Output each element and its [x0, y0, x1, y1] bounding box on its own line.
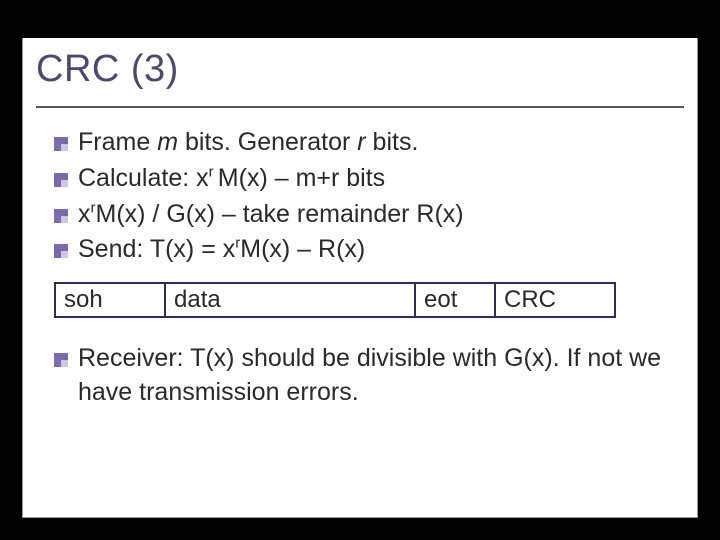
- bullet-receiver: Receiver: T(x) should be divisible with …: [54, 342, 674, 410]
- var-r: r: [357, 128, 365, 156]
- bullet-calculate: Calculate: xr M(x) – m+r bits: [54, 162, 674, 196]
- text: M(x) / G(x) – take remainder R(x): [96, 200, 464, 228]
- bullet-icon: [54, 244, 68, 258]
- text: bits.: [366, 128, 419, 156]
- bullet-icon: [54, 353, 68, 367]
- bullet-text: Receiver: T(x) should be divisible with …: [78, 342, 674, 410]
- text: x: [78, 200, 91, 228]
- bullet-text: Frame m bits. Generator r bits.: [78, 126, 674, 160]
- text: Send: T(x) = x: [78, 235, 235, 263]
- bullet-list-2: Receiver: T(x) should be divisible with …: [54, 340, 674, 412]
- bullet-send: Send: T(x) = xrM(x) – R(x): [54, 233, 674, 267]
- text: M(x) – R(x): [240, 235, 365, 263]
- slide: CRC (3) Frame m bits. Generator r bits. …: [22, 24, 698, 518]
- frame-cell-eot: eot: [416, 282, 496, 318]
- bullet-text: Calculate: xr M(x) – m+r bits: [78, 162, 674, 196]
- frame-cell-soh: soh: [54, 282, 166, 318]
- bullet-text: xrM(x) / G(x) – take remainder R(x): [78, 198, 674, 232]
- title-divider: [36, 106, 684, 108]
- bullet-text: Send: T(x) = xrM(x) – R(x): [78, 233, 674, 267]
- frame-cell-data: data: [166, 282, 416, 318]
- text: Calculate: x: [78, 164, 209, 192]
- bullet-divide: xrM(x) / G(x) – take remainder R(x): [54, 198, 674, 232]
- bullet-frame-generator: Frame m bits. Generator r bits.: [54, 126, 674, 160]
- slide-top-bar: [22, 24, 698, 38]
- frame-layout-row: soh data eot CRC: [54, 282, 616, 318]
- bullet-icon: [54, 137, 68, 151]
- bullet-list: Frame m bits. Generator r bits. Calculat…: [54, 124, 674, 269]
- text: M(x) – m+r bits: [218, 164, 385, 192]
- frame-cell-crc: CRC: [496, 282, 616, 318]
- bullet-icon: [54, 173, 68, 187]
- bullet-icon: [54, 209, 68, 223]
- var-m: m: [157, 128, 178, 156]
- superscript-r: r: [209, 163, 218, 180]
- slide-title: CRC (3): [36, 48, 179, 91]
- text: Frame: [78, 128, 157, 156]
- text: bits. Generator: [178, 128, 357, 156]
